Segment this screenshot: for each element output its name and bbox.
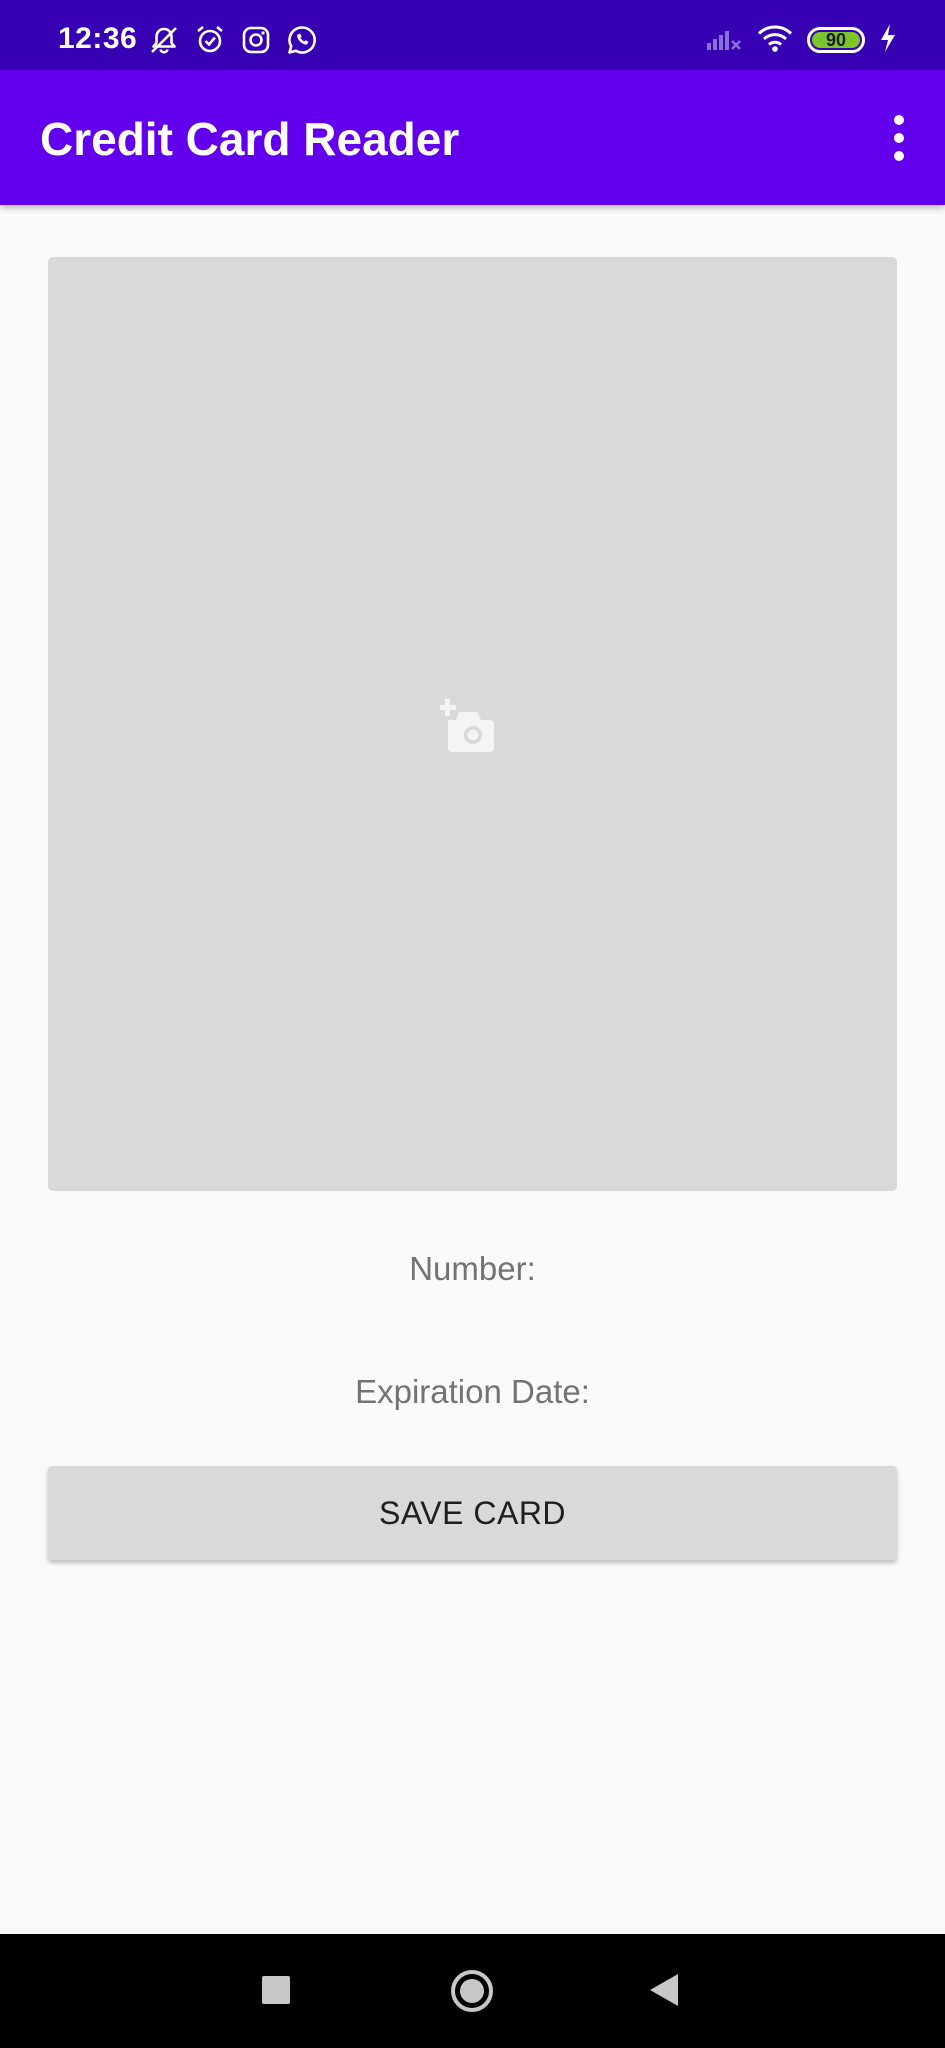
card-number-label: Number: [409, 1250, 536, 1287]
expiration-date-label: Expiration Date: [355, 1373, 590, 1410]
alarm-icon [194, 24, 226, 56]
whatsapp-icon [286, 24, 318, 56]
wifi-icon [757, 24, 793, 57]
recent-apps-icon[interactable] [262, 1976, 290, 2004]
home-icon[interactable] [451, 1970, 493, 2012]
battery-level: 90 [825, 30, 847, 50]
status-bar: 12:36 90 [0, 0, 945, 70]
charging-icon [879, 23, 897, 58]
notification-icons [148, 24, 318, 56]
battery-icon: 90 [807, 27, 865, 53]
signal-off-icon [705, 24, 743, 57]
status-time: 12:36 [58, 22, 138, 55]
app-title: Credit Card Reader [40, 113, 460, 165]
app-bar: Credit Card Reader [0, 70, 945, 205]
system-icons: 90 [705, 23, 897, 58]
save-card-button[interactable]: SAVE CARD [48, 1466, 897, 1560]
navigation-bar [0, 1934, 945, 2048]
add-a-photo-icon[interactable] [439, 698, 502, 754]
more-vertical-icon[interactable] [875, 108, 923, 168]
instagram-icon [240, 24, 272, 56]
back-icon[interactable] [650, 1974, 678, 2006]
bell-off-icon [148, 24, 180, 56]
